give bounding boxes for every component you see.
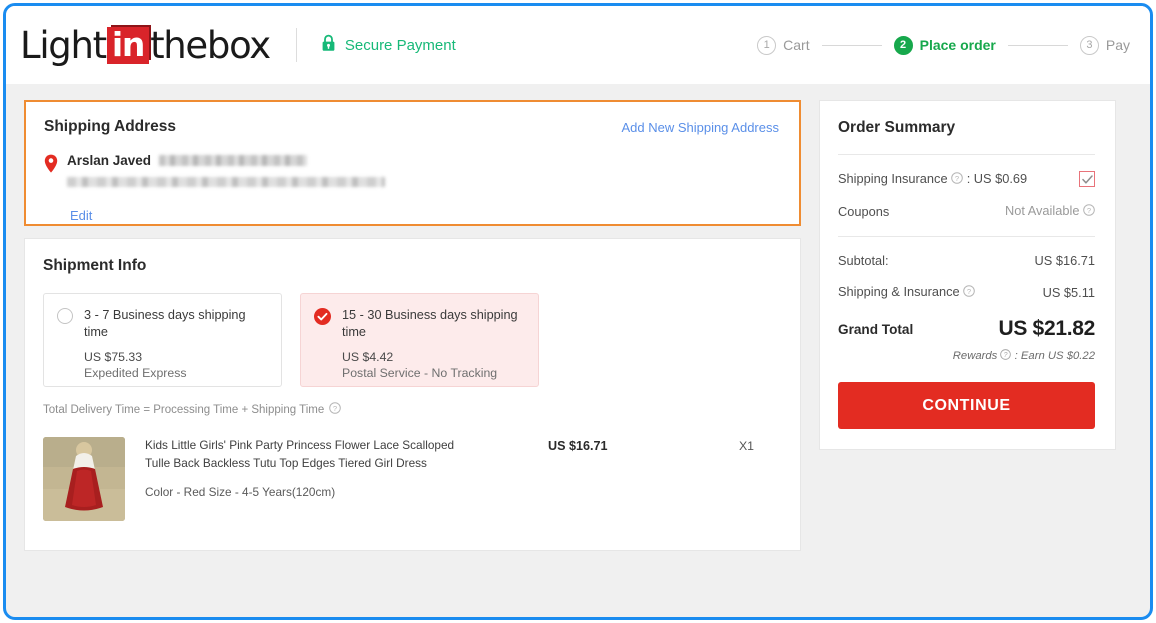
- rewards-note: Rewards ? : Earn US $0.22: [838, 349, 1095, 363]
- grand-total-row: Grand Total US $21.82: [838, 317, 1095, 341]
- address-line-redacted: [67, 177, 385, 187]
- step-connector-1: [821, 44, 882, 46]
- coupons-value-group: Not Available ?: [1005, 203, 1095, 219]
- shipping-options-group: 3 - 7 Business days shipping time US $75…: [43, 293, 780, 387]
- product-title[interactable]: Kids Little Girls' Pink Party Princess F…: [145, 437, 475, 473]
- svg-text:?: ?: [967, 287, 971, 296]
- shipping-and-insurance-row: Shipping & Insurance ? US $5.11: [838, 284, 1095, 300]
- step-place-order-number: 2: [893, 35, 913, 55]
- logo-text-light: Light: [20, 23, 107, 67]
- rewards-prefix: Rewards: [952, 350, 998, 363]
- svg-text:?: ?: [1087, 206, 1091, 215]
- delivery-time-note: Total Delivery Time = Processing Time + …: [43, 402, 780, 417]
- step-pay-label: Pay: [1105, 37, 1130, 53]
- header-divider: [295, 28, 297, 62]
- shipping-option-postal[interactable]: 15 - 30 Business days shipping time US $…: [300, 293, 539, 387]
- shipping-address-card: Shipping Address Add New Shipping Addres…: [24, 100, 801, 226]
- lightinthebox-logo[interactable]: Light in thebox: [20, 23, 271, 67]
- checkout-steps: 1 Cart 2 Place order 3 Pay: [757, 35, 1130, 55]
- address-details: Arslan Javed: [44, 153, 779, 192]
- map-pin-icon: [44, 154, 58, 178]
- svg-text:?: ?: [1004, 352, 1008, 359]
- radio-unselected-icon[interactable]: [57, 308, 73, 324]
- shipping-address-header: Shipping Address Add New Shipping Addres…: [44, 118, 779, 136]
- grand-total-label: Grand Total: [838, 321, 914, 337]
- edit-address-link[interactable]: Edit: [70, 208, 779, 223]
- summary-divider-mid: [838, 236, 1095, 238]
- recipient-name-row: Arslan Javed: [67, 153, 385, 168]
- grand-total-value: US $21.82: [998, 317, 1095, 341]
- svg-text:?: ?: [333, 404, 337, 413]
- page-body: Shipping Address Add New Shipping Addres…: [6, 84, 1150, 551]
- coupons-value: Not Available: [1004, 203, 1080, 219]
- secure-payment-badge: Secure Payment: [321, 34, 456, 56]
- shipping-option-postal-title: 15 - 30 Business days shipping time: [342, 308, 518, 339]
- step-pay[interactable]: 3 Pay: [1079, 35, 1130, 55]
- step-place-order-label: Place order: [919, 37, 996, 53]
- product-price: US $16.71: [548, 439, 608, 453]
- rewards-text: : Earn US $0.22: [1014, 350, 1095, 363]
- site-header: Lightinthebox Secure Payment 1 Cart 2: [6, 6, 1150, 84]
- product-variant: Color - Red Size - 4-5 Years(120cm): [145, 484, 336, 499]
- shipping-and-insurance-value: US $5.11: [1042, 284, 1095, 300]
- shipping-option-expedited-title: 3 - 7 Business days shipping time: [84, 308, 246, 339]
- logo-text-in: in: [106, 26, 150, 64]
- shipment-info-card: Shipment Info 3 - 7 Business days shippi…: [24, 238, 801, 551]
- step-cart[interactable]: 1 Cart: [757, 35, 810, 55]
- shipping-option-postal-carrier: Postal Service - No Tracking: [342, 365, 498, 380]
- svg-text:?: ?: [955, 174, 959, 183]
- question-mark-icon[interactable]: ?: [329, 402, 342, 417]
- subtotal-value: US $16.71: [1034, 253, 1095, 269]
- summary-divider-top: [838, 154, 1095, 155]
- step-pay-number: 3: [1079, 35, 1099, 55]
- shipping-insurance-label: Shipping Insurance: [838, 171, 948, 186]
- order-summary-title: Order Summary: [838, 119, 956, 136]
- shipping-option-expedited-carrier: Expedited Express: [84, 365, 187, 380]
- shipment-info-title: Shipment Info: [43, 257, 147, 274]
- coupons-help-icon[interactable]: ?: [1083, 204, 1095, 219]
- shipping-and-insurance-label: Shipping & Insurance: [838, 284, 960, 300]
- shipping-insurance-checkbox[interactable]: [1079, 171, 1095, 188]
- shipping-option-postal-price: US $4.42: [342, 349, 394, 364]
- add-new-shipping-address-link[interactable]: Add New Shipping Address: [621, 120, 779, 135]
- subtotal-label: Subtotal:: [838, 253, 889, 269]
- product-info: Kids Little Girls' Pink Party Princess F…: [145, 437, 475, 499]
- left-column: Shipping Address Add New Shipping Addres…: [24, 100, 801, 551]
- shipping-address-title: Shipping Address: [44, 118, 177, 135]
- step-place-order[interactable]: 2 Place order: [893, 35, 996, 55]
- order-summary-card: Order Summary Shipping Insurance ? : US …: [819, 100, 1116, 451]
- delivery-time-note-text: Total Delivery Time = Processing Time + …: [43, 403, 325, 416]
- shipping-and-insurance-help-icon[interactable]: ?: [963, 285, 976, 300]
- coupons-row: Coupons Not Available ?: [838, 203, 1095, 219]
- shipping-option-expedited-price: US $75.33: [84, 349, 143, 364]
- shipping-insurance-row: Shipping Insurance ? : US $0.69: [838, 171, 1095, 188]
- shipping-insurance-help-icon[interactable]: ?: [951, 172, 967, 187]
- recipient-name: Arslan Javed: [67, 153, 152, 168]
- shipping-and-insurance-label-group: Shipping & Insurance ?: [838, 284, 976, 300]
- step-cart-label: Cart: [783, 37, 810, 53]
- product-quantity: X1: [738, 439, 754, 453]
- right-column: Order Summary Shipping Insurance ? : US …: [819, 100, 1116, 451]
- shipping-option-expedited[interactable]: 3 - 7 Business days shipping time US $75…: [43, 293, 282, 387]
- lock-icon: [321, 34, 336, 56]
- secure-payment-label: Secure Payment: [344, 36, 456, 54]
- logo-text-thebox: thebox: [150, 23, 271, 67]
- shipping-insurance-label-group: Shipping Insurance ? : US $0.69: [838, 171, 1027, 187]
- continue-button[interactable]: CONTINUE: [838, 382, 1095, 430]
- shipping-insurance-value: : US $0.69: [966, 171, 1028, 186]
- step-cart-number: 1: [757, 35, 777, 55]
- recipient-phone-redacted: [159, 155, 308, 166]
- step-connector-2: [1007, 44, 1068, 46]
- check-circle-icon[interactable]: [314, 308, 331, 386]
- browser-window-frame: Lightinthebox Secure Payment 1 Cart 2: [3, 3, 1153, 620]
- product-row: Kids Little Girls' Pink Party Princess F…: [43, 434, 780, 521]
- subtotal-row: Subtotal: US $16.71: [838, 253, 1095, 268]
- rewards-help-icon[interactable]: ?: [1000, 349, 1014, 363]
- coupons-label: Coupons: [838, 203, 890, 219]
- product-thumbnail[interactable]: [43, 437, 125, 521]
